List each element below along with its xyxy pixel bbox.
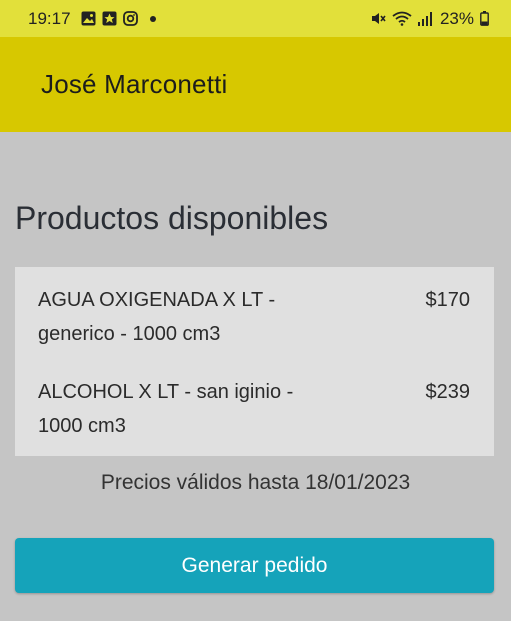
app-bar: José Marconetti (0, 37, 511, 132)
signal-icon (417, 11, 432, 26)
product-list: AGUA OXIGENADA X LT - generico - 1000 cm… (15, 267, 494, 456)
battery-percent: 23% (439, 8, 474, 28)
app-title: José Marconetti (41, 69, 228, 99)
product-name: ALCOHOL X LT - san iginio - 1000 cm3 (38, 381, 294, 437)
price-validity-text: Precios válidos hasta 18/01/2023 (100, 471, 411, 494)
wifi-icon (392, 11, 412, 26)
status-bar: 19:17 23% (0, 0, 511, 37)
page-title: Productos disponibles (15, 200, 329, 236)
battery-icon (480, 11, 489, 26)
mute-icon (370, 11, 386, 26)
notification-dot-icon (149, 15, 156, 22)
gallery-icon (81, 11, 96, 26)
star-notification-icon (102, 11, 117, 26)
instagram-icon (122, 11, 138, 26)
list-item: AGUA OXIGENADA X LT - generico - 1000 cm… (38, 283, 470, 351)
product-price: $239 (425, 381, 471, 403)
status-left: 19:17 (28, 9, 156, 29)
list-item: ALCOHOL X LT - san iginio - 1000 cm3 $23… (38, 375, 470, 443)
status-time: 19:17 (28, 8, 71, 28)
status-right: 23% (370, 9, 489, 29)
generate-order-button[interactable]: Generar pedido (15, 538, 494, 593)
product-name: AGUA OXIGENADA X LT - generico - 1000 cm… (38, 289, 276, 345)
product-price: $170 (425, 289, 471, 311)
